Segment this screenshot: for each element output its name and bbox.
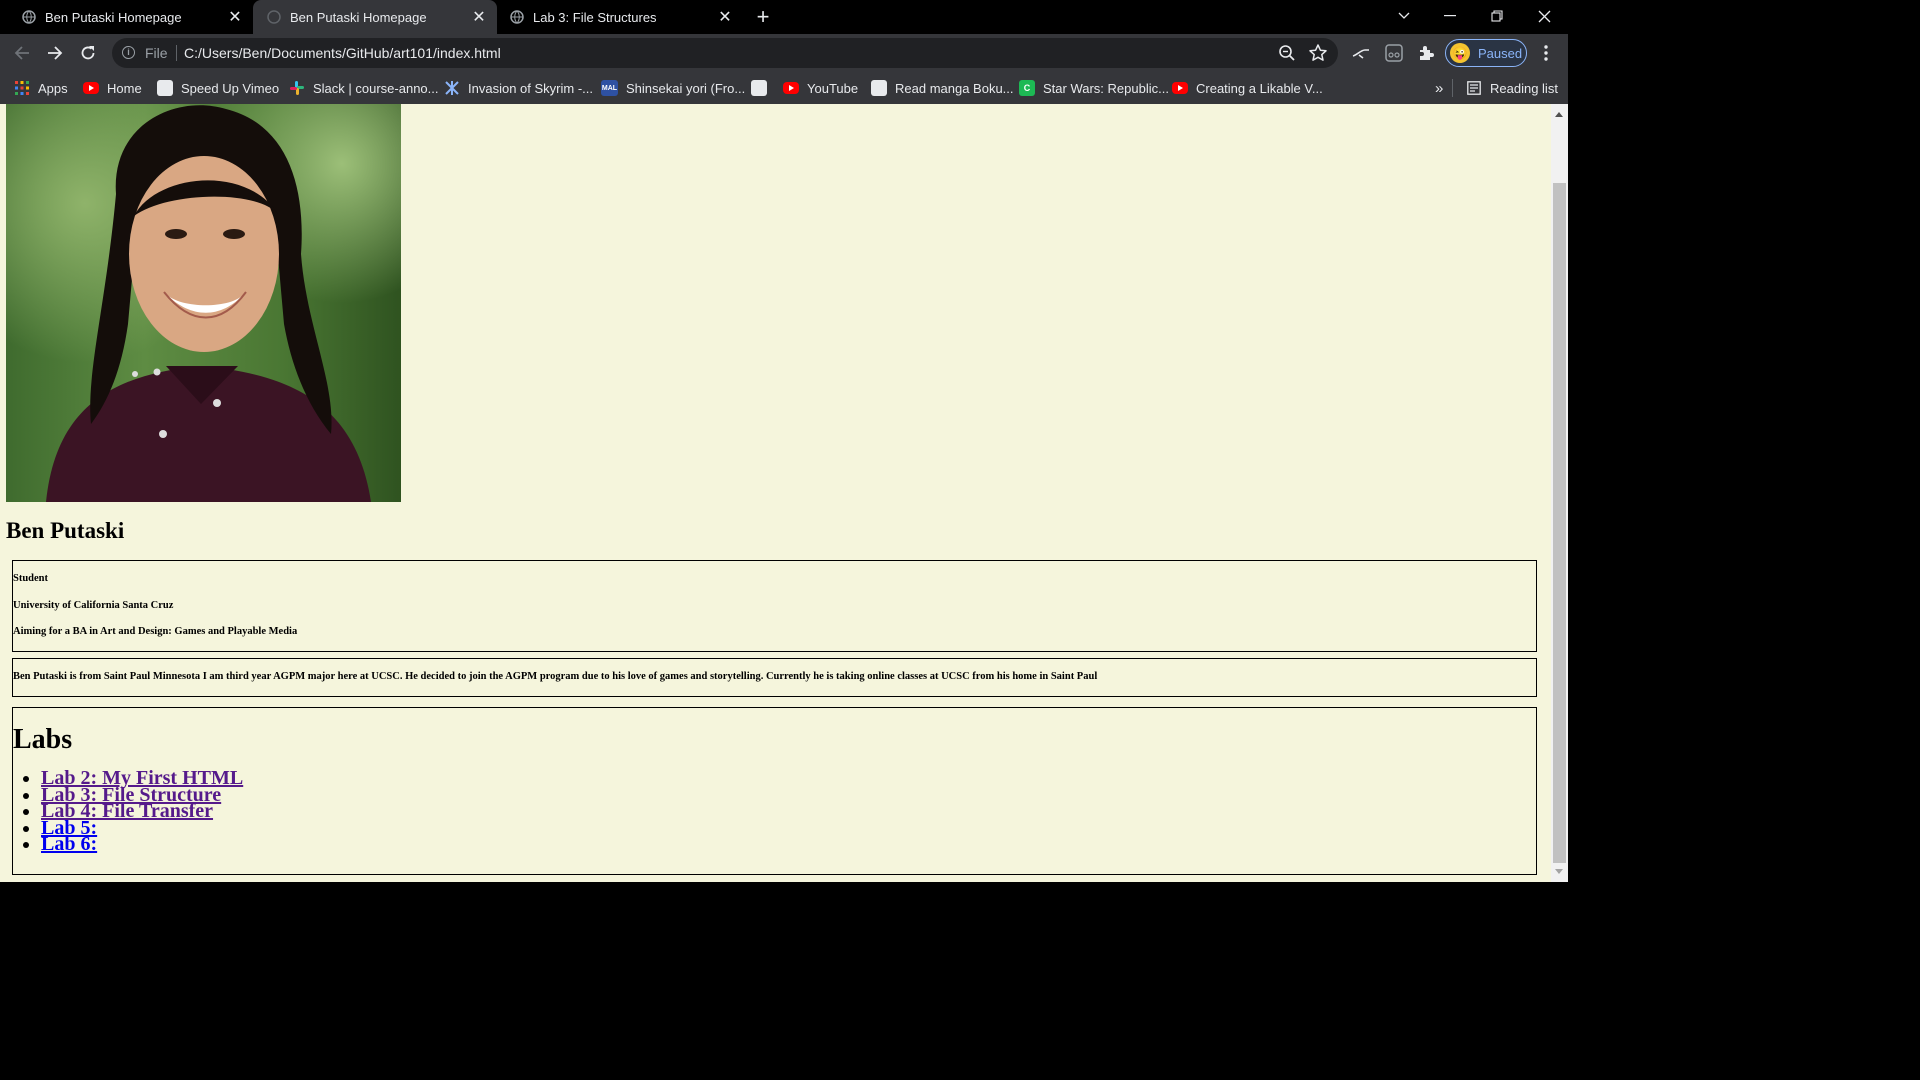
reload-button[interactable] xyxy=(75,40,101,66)
extension-hand-icon[interactable] xyxy=(1351,43,1371,63)
globe-icon xyxy=(510,10,524,24)
tab-strip: Ben Putaski Homepage ✕ Ben Putaski Homep… xyxy=(0,0,1568,34)
youtube-icon xyxy=(783,82,799,94)
browser-toolbar: i File C:/Users/Ben/Documents/GitHub/art… xyxy=(0,34,1568,72)
bookmark-label: Creating a Likable V... xyxy=(1196,80,1323,96)
site-info-icon[interactable]: i xyxy=(122,46,135,59)
divider xyxy=(1452,79,1453,97)
profile-photo xyxy=(6,104,401,502)
bookmark-label: Apps xyxy=(38,80,68,96)
profile-status: Paused xyxy=(1478,45,1523,61)
back-button[interactable] xyxy=(9,40,35,66)
bio-text: Ben Putaski is from Saint Paul Minnesota… xyxy=(13,671,1098,682)
scroll-down-arrow-icon[interactable] xyxy=(1555,869,1563,874)
person-name-heading: Ben Putaski xyxy=(6,518,125,543)
divider xyxy=(176,45,177,61)
reading-list-label: Reading list xyxy=(1490,80,1558,96)
tab-search-icon[interactable] xyxy=(1391,4,1417,28)
tab-title: Ben Putaski Homepage xyxy=(290,9,427,25)
profile-button[interactable]: 😜 Paused xyxy=(1445,39,1527,67)
restore-icon[interactable] xyxy=(1484,4,1510,28)
extensions-puzzle-icon[interactable] xyxy=(1416,43,1436,63)
forward-arrow-icon xyxy=(48,46,63,60)
tab-title: Lab 3: File Structures xyxy=(533,9,657,25)
globe-icon xyxy=(22,10,36,24)
avatar-icon: 😜 xyxy=(1450,43,1470,63)
globe-icon xyxy=(157,80,173,96)
list-item: Lab 6: xyxy=(41,833,243,855)
bookmark-label: Star Wars: Republic... xyxy=(1043,80,1169,96)
bookmark-label: Speed Up Vimeo xyxy=(181,80,280,96)
close-tab-icon[interactable]: ✕ xyxy=(715,7,735,27)
bookmark-label: Home xyxy=(107,80,142,96)
bookmark-label: Slack | course-anno... xyxy=(313,80,439,96)
bookmark-youtube[interactable]: YouTube xyxy=(783,79,858,97)
bookmark-star-icon[interactable] xyxy=(1308,43,1328,63)
bookmark-slack[interactable]: Slack | course-anno... xyxy=(289,79,439,97)
zoom-icon[interactable] xyxy=(1278,44,1296,62)
slack-icon xyxy=(289,80,305,96)
reload-icon xyxy=(81,46,95,60)
labs-list: Lab 2: My First HTML Lab 3: File Structu… xyxy=(13,768,243,855)
nexus-icon xyxy=(444,80,460,96)
bookmark-creating-a-likable[interactable]: Creating a Likable V... xyxy=(1172,79,1323,97)
loading-icon xyxy=(267,10,281,24)
apps-grid-icon xyxy=(14,80,30,96)
tab-lab-3-file-structures[interactable]: Lab 3: File Structures ✕ xyxy=(497,0,743,34)
bookmark-apps[interactable]: Apps xyxy=(14,79,68,97)
bookmark-unnamed[interactable] xyxy=(751,79,775,97)
bookmark-label: Read manga Boku... xyxy=(895,80,1014,96)
url-scheme: File xyxy=(145,45,168,61)
bookmarks-overflow-button[interactable]: » xyxy=(1435,79,1443,97)
vertical-scrollbar[interactable] xyxy=(1551,104,1568,882)
tab-ben-putaski-homepage-1[interactable]: Ben Putaski Homepage ✕ xyxy=(0,0,253,34)
new-tab-button[interactable]: + xyxy=(751,4,775,29)
degree-text: Aiming for a BA in Art and Design: Games… xyxy=(13,626,298,637)
bookmark-label: Invasion of Skyrim -... xyxy=(468,80,593,96)
university-text: University of California Santa Cruz xyxy=(13,600,174,611)
bookmark-label: YouTube xyxy=(807,80,859,96)
youtube-icon xyxy=(83,82,99,94)
close-tab-icon[interactable]: ✕ xyxy=(469,7,489,27)
page-viewport: Ben Putaski Student University of Califo… xyxy=(0,104,1551,882)
reading-list-button[interactable]: Reading list xyxy=(1466,79,1558,97)
bookmark-label: Shinsekai yori (Fro... xyxy=(626,80,746,96)
chrome-menu-icon[interactable] xyxy=(1536,43,1556,63)
mal-icon: MAL xyxy=(601,80,618,96)
forward-button[interactable] xyxy=(42,40,68,66)
scrollbar-thumb[interactable] xyxy=(1553,183,1566,863)
close-tab-icon[interactable]: ✕ xyxy=(225,7,245,27)
youtube-icon xyxy=(1172,82,1188,94)
bookmark-invasion-of-skyrim[interactable]: Invasion of Skyrim -... xyxy=(444,79,593,97)
reader-extension-icon[interactable] xyxy=(1384,43,1404,63)
bio-box: Ben Putaski is from Saint Paul Minnesota… xyxy=(12,658,1537,697)
back-arrow-icon xyxy=(14,46,29,60)
bookmark-home[interactable]: Home xyxy=(83,79,142,97)
labs-box: Labs Lab 2: My First HTML Lab 3: File St… xyxy=(12,707,1537,875)
role-text: Student xyxy=(13,573,49,584)
bookmark-read-manga[interactable]: Read manga Boku... xyxy=(871,79,1014,97)
cactus-icon: C xyxy=(1019,80,1035,96)
bookmarks-bar: Apps Home Speed Up Vimeo Slack | course-… xyxy=(0,72,1568,104)
bookmark-shinsekai-yori[interactable]: MAL Shinsekai yori (Fro... xyxy=(601,79,745,97)
labs-heading: Labs xyxy=(13,724,73,755)
bookmark-speed-up-vimeo[interactable]: Speed Up Vimeo xyxy=(157,79,279,97)
globe-icon xyxy=(751,80,767,96)
bookmark-star-wars-republic[interactable]: C Star Wars: Republic... xyxy=(1019,79,1169,97)
address-bar[interactable]: i File C:/Users/Ben/Documents/GitHub/art… xyxy=(112,38,1338,68)
tab-title: Ben Putaski Homepage xyxy=(45,9,182,25)
url-text[interactable]: C:/Users/Ben/Documents/GitHub/art101/ind… xyxy=(184,45,501,61)
close-window-icon[interactable] xyxy=(1531,4,1557,28)
tab-ben-putaski-homepage-2[interactable]: Ben Putaski Homepage ✕ xyxy=(253,0,497,34)
reading-list-icon xyxy=(1466,80,1482,96)
minimize-icon[interactable] xyxy=(1437,4,1463,28)
info-box: Student University of California Santa C… xyxy=(12,560,1537,652)
globe-icon xyxy=(871,80,887,96)
scroll-up-arrow-icon[interactable] xyxy=(1555,112,1563,117)
lab-6-link[interactable]: Lab 6: xyxy=(41,833,97,855)
